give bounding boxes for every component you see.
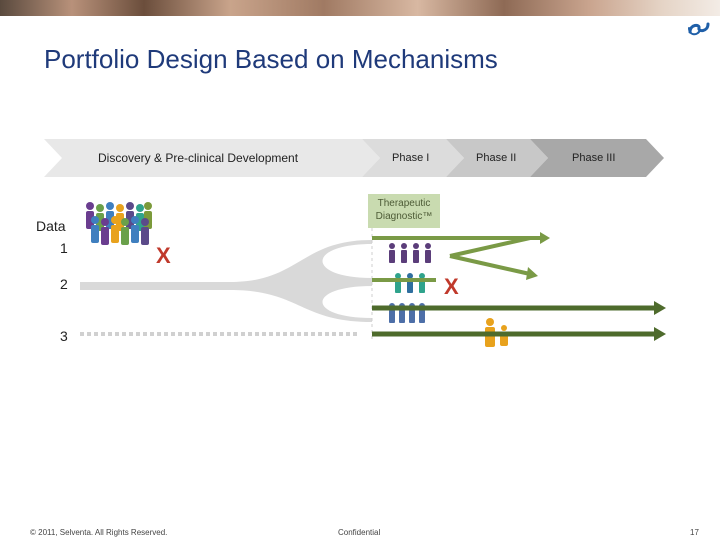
- arrow-row3-long: [372, 327, 666, 341]
- fail-mark-row1: X: [156, 243, 171, 268]
- arrow-phase2-lower: [449, 254, 538, 280]
- arrow-phase1-split: [449, 236, 531, 258]
- footer-page-number: 17: [690, 528, 699, 537]
- footer-copyright: © 2011, Selventa. All Rights Reserved.: [30, 528, 168, 537]
- footer-confidential: Confidential: [338, 528, 381, 537]
- fail-mark-row2: X: [444, 274, 459, 299]
- funnel-shape: [80, 240, 372, 322]
- cohort-a-icon: [389, 243, 431, 263]
- cohort-b-icon: [395, 273, 425, 293]
- flow-diagram: X X: [80, 202, 666, 347]
- arrow-row2-long: [372, 301, 666, 315]
- patient-crowd-icon: [86, 202, 152, 245]
